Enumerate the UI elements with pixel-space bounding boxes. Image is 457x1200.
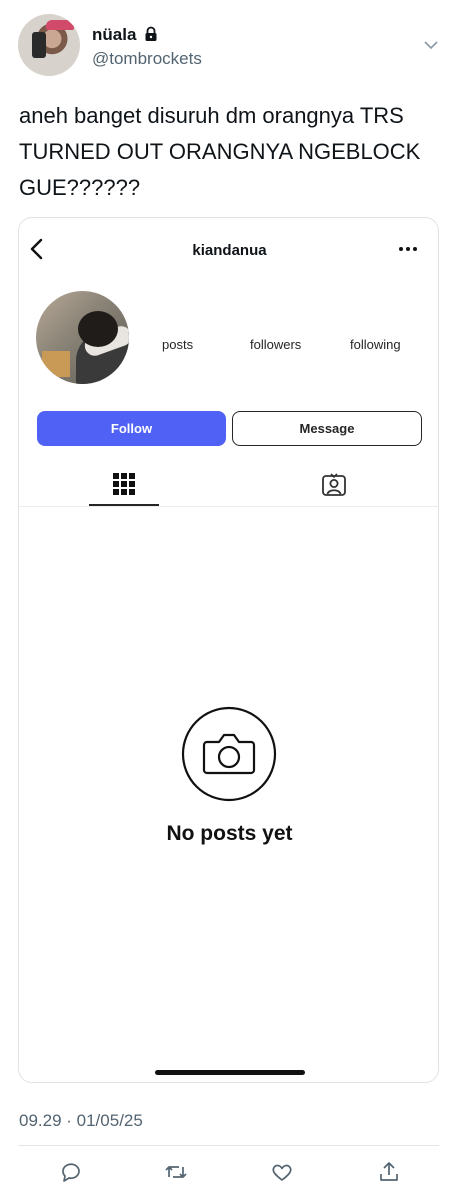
- instagram-screenshot-card: kiandanua posts followers following Foll…: [18, 217, 439, 1083]
- footer-divider: [18, 1145, 439, 1146]
- message-button[interactable]: Message: [232, 411, 422, 446]
- camera-icon: [181, 706, 277, 802]
- tab-posts-grid[interactable]: [89, 461, 159, 506]
- following-stat[interactable]: following: [350, 337, 401, 352]
- tweet-timestamp[interactable]: 09.29 · 01/05/25: [19, 1111, 143, 1131]
- author-avatar[interactable]: [18, 14, 80, 76]
- profile-avatar[interactable]: [36, 291, 129, 384]
- tweet-header: nüala @tombrockets: [0, 0, 457, 90]
- posts-stat[interactable]: posts: [162, 337, 193, 352]
- tabs-divider: [19, 506, 438, 507]
- tab-tagged[interactable]: [309, 461, 359, 506]
- author-display-name[interactable]: nüala: [92, 25, 136, 45]
- reply-icon[interactable]: [59, 1160, 83, 1184]
- empty-state-title: No posts yet: [166, 822, 293, 845]
- like-icon[interactable]: [270, 1160, 294, 1184]
- lock-icon: [143, 26, 159, 42]
- follow-button[interactable]: Follow: [37, 411, 226, 446]
- home-indicator: [155, 1070, 305, 1075]
- author-handle[interactable]: @tombrockets: [92, 49, 202, 69]
- profile-username: kiandanua: [192, 242, 267, 259]
- tweet-text: aneh banget disuruh dm orangnya TRS TURN…: [19, 103, 421, 200]
- chevron-down-icon[interactable]: [422, 36, 440, 54]
- retweet-icon[interactable]: [164, 1160, 188, 1184]
- share-icon[interactable]: [377, 1160, 401, 1184]
- followers-stat[interactable]: followers: [250, 337, 301, 352]
- more-dots-icon[interactable]: [397, 240, 419, 258]
